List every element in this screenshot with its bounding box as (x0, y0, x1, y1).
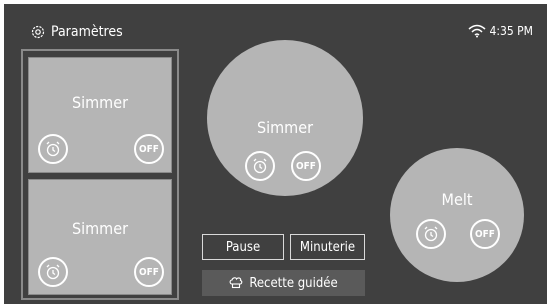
zone-label: Simmer (257, 118, 313, 137)
guided-recipe-button[interactable]: Recette guidée (202, 270, 365, 296)
timer-button[interactable] (38, 257, 68, 287)
timer-button[interactable] (245, 151, 275, 181)
zone-label: Simmer (72, 219, 128, 238)
alarm-clock-icon (46, 141, 60, 157)
zone-label: Simmer (72, 93, 128, 112)
status-bar: 4:35 PM (468, 24, 534, 38)
alarm-clock-icon (253, 158, 267, 174)
page-title: Paramètres (51, 24, 123, 40)
zone-bottom-left[interactable]: Simmer OFF (28, 179, 172, 295)
clock-time: 4:35 PM (489, 24, 534, 38)
pause-button[interactable]: Pause (202, 234, 284, 260)
minuterie-button[interactable]: Minuterie (290, 234, 365, 260)
settings-header[interactable]: Paramètres (30, 24, 123, 40)
wifi-icon (468, 24, 485, 38)
gear-icon (31, 25, 45, 39)
zone-top-left[interactable]: Simmer OFF (28, 57, 172, 173)
off-button[interactable]: OFF (134, 134, 164, 164)
bridge-zone-group: Simmer OFF Simmer OFF (21, 49, 179, 300)
guided-recipe-label: Recette guidée (249, 275, 338, 291)
alarm-clock-icon (424, 226, 438, 242)
off-button[interactable]: OFF (470, 219, 500, 249)
off-button[interactable]: OFF (291, 151, 321, 181)
zone-right[interactable]: Melt OFF (390, 148, 524, 282)
chef-hat-icon (229, 277, 243, 289)
off-button[interactable]: OFF (134, 257, 164, 287)
zone-label: Melt (441, 190, 473, 209)
timer-button[interactable] (38, 134, 68, 164)
cooktop-screen: Paramètres 4:35 PM Simmer OFF Simmer OFF… (4, 4, 547, 304)
zone-center[interactable]: Simmer OFF (207, 40, 363, 196)
alarm-clock-icon (46, 264, 60, 280)
timer-button[interactable] (416, 219, 446, 249)
